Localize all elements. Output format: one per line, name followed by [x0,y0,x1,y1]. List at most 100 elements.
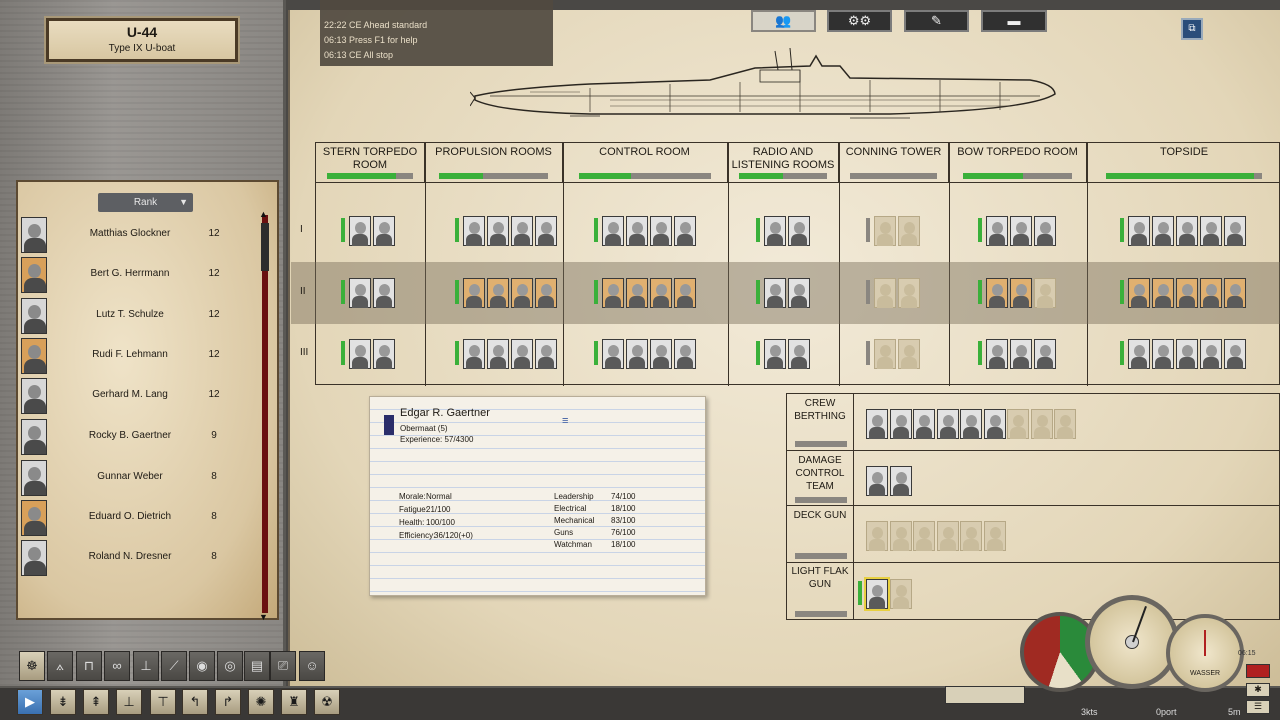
crew-slot[interactable] [511,339,533,369]
crew-slot[interactable] [1152,278,1174,308]
sort-dropdown[interactable]: Rank ▼ [98,193,193,212]
scroll-up-icon[interactable]: ▲ [259,209,268,219]
crew-slot[interactable] [1224,278,1246,308]
crew-slot[interactable] [602,278,624,308]
dive-icon[interactable]: ⇟ [50,689,76,715]
compass-icon[interactable]: ⟑ [47,651,73,681]
station-crew-slot[interactable] [936,409,959,439]
play-icon[interactable]: ▶ [17,689,43,715]
emergency-icon[interactable]: ☢ [314,689,340,715]
crew-slot[interactable] [1128,339,1150,369]
crew-roster-row[interactable]: Bert G. Herrmann 12 [19,256,259,294]
empty-station-slot[interactable] [936,521,959,551]
tab-repairs[interactable]: ✎ [904,10,969,32]
captain-icon[interactable]: ☺ [299,651,325,681]
crew-slot[interactable] [487,339,509,369]
empty-station-slot[interactable] [1030,409,1053,439]
crew-slot[interactable] [626,339,648,369]
crew-slot[interactable] [1034,278,1056,308]
crew-slot[interactable] [986,216,1008,246]
binoculars-icon[interactable]: ∞ [104,651,130,681]
tab-torpedoes[interactable]: ▬ [981,10,1047,32]
menu-icon[interactable]: ☰ [1246,700,1270,714]
crew-slot[interactable] [764,216,786,246]
empty-crew-slot[interactable] [874,339,896,369]
periscope-icon[interactable]: ⊓ [76,651,102,681]
helm-icon[interactable]: ☸ [19,651,45,681]
crew-slot[interactable] [1010,339,1032,369]
crew-slot[interactable] [1200,278,1222,308]
turn-port-icon[interactable]: ↰ [182,689,208,715]
crew-slot[interactable] [650,339,672,369]
empty-station-slot[interactable] [913,521,935,551]
crew-slot[interactable] [535,339,557,369]
crew-slot[interactable] [349,339,371,369]
crew-slot[interactable] [349,278,371,308]
silent-running-icon[interactable]: ✺ [248,689,274,715]
tab-systems[interactable]: ⚙⚙ [827,10,892,32]
crew-slot[interactable] [535,278,557,308]
sonar-icon[interactable]: ◉ [189,651,215,681]
station-crew-slot[interactable] [866,466,888,496]
surface-icon[interactable]: ⊥ [116,689,142,715]
crew-roster-row[interactable]: Roland N. Dresner 8 [19,539,259,577]
crew-slot[interactable] [1034,339,1056,369]
crew-roster-row[interactable]: Eduard O. Dietrich 8 [19,499,259,537]
crew-slot[interactable] [674,339,696,369]
empty-station-slot[interactable] [889,521,912,551]
crew-slot[interactable] [535,216,557,246]
crew-slot[interactable] [986,339,1008,369]
crew-slot[interactable] [1176,216,1198,246]
crew-roster-row[interactable]: Rocky B. Gaertner 9 [19,418,259,456]
crew-slot[interactable] [1010,278,1032,308]
empty-station-slot[interactable] [866,521,888,551]
empty-station-slot[interactable] [1007,409,1029,439]
turn-starboard-icon[interactable]: ↱ [215,689,241,715]
crew-slot[interactable] [373,339,395,369]
crew-slot[interactable] [1034,216,1056,246]
empty-crew-slot[interactable] [898,278,920,308]
radar-icon[interactable]: ◎ [217,651,243,681]
crew-slot[interactable] [1176,339,1198,369]
crew-slot[interactable] [1128,278,1150,308]
crew-slot[interactable] [674,278,696,308]
crew-slot[interactable] [626,216,648,246]
crew-stations-icon[interactable]: ♜ [281,689,307,715]
crew-slot[interactable] [986,278,1008,308]
station-crew-slot[interactable] [983,409,1006,439]
periscope-depth-icon[interactable]: ⇞ [83,689,109,715]
crew-slot[interactable] [511,216,533,246]
crew-slot[interactable] [511,278,533,308]
crew-slot[interactable] [463,216,485,246]
deck-gun-icon[interactable]: ⊥ [133,651,159,681]
empty-crew-slot[interactable] [898,216,920,246]
crew-slot[interactable] [602,339,624,369]
crew-slot[interactable] [463,339,485,369]
crew-roster-row[interactable]: Gunnar Weber 8 [19,459,259,497]
crew-roster-row[interactable]: Matthias Glockner 12 [19,216,259,254]
empty-crew-slot[interactable] [898,339,920,369]
crew-slot[interactable] [650,216,672,246]
station-crew-slot[interactable] [913,409,935,439]
scrollbar-thumb[interactable] [261,223,269,271]
crew-slot[interactable] [487,216,509,246]
crew-slot[interactable] [349,216,371,246]
crew-slot[interactable] [650,278,672,308]
crew-slot[interactable] [1152,339,1174,369]
crew-roster-row[interactable]: Gerhard M. Lang 12 [19,377,259,415]
empty-crew-slot[interactable] [874,278,896,308]
crew-slot[interactable] [1224,216,1246,246]
station-crew-slot[interactable] [960,409,982,439]
settings-icon[interactable]: ✱ [1246,683,1270,697]
crash-dive-icon[interactable]: ⊤ [150,689,176,715]
crew-slot[interactable] [463,278,485,308]
crew-slot[interactable] [788,278,810,308]
empty-station-slot[interactable] [1054,409,1076,439]
crew-slot[interactable] [764,339,786,369]
crew-slot[interactable] [373,216,395,246]
roster-scrollbar[interactable]: ▲ ▼ [259,209,269,622]
crew-slot[interactable] [373,278,395,308]
crew-slot[interactable] [487,278,509,308]
crew-slot[interactable] [674,216,696,246]
crew-slot[interactable] [764,278,786,308]
